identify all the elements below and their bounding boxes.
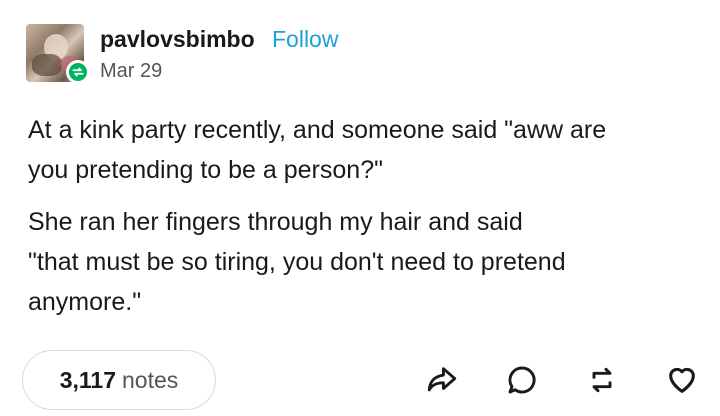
tumblr-post: pavlovsbimbo Follow Mar 29 At a kink par… bbox=[0, 0, 720, 416]
notes-count: 3,117 bbox=[59, 366, 117, 393]
post-paragraph: At a kink party recently, and someone sa… bbox=[28, 116, 607, 184]
reblog-icon[interactable] bbox=[584, 362, 620, 398]
like-icon[interactable] bbox=[664, 362, 700, 398]
follow-button[interactable]: Follow bbox=[272, 26, 338, 53]
notes-button[interactable]: 3,117 notes bbox=[22, 350, 216, 410]
post-actions bbox=[424, 362, 700, 398]
notes-label: notes bbox=[122, 366, 179, 393]
post-header: pavlovsbimbo Follow Mar 29 bbox=[26, 20, 666, 84]
username[interactable]: pavlovsbimbo bbox=[100, 26, 255, 53]
reply-icon[interactable] bbox=[504, 362, 540, 398]
reblog-badge-icon bbox=[66, 60, 90, 84]
post-body: At a kink party recently, and someone sa… bbox=[28, 110, 708, 322]
post-date[interactable]: Mar 29 bbox=[100, 60, 162, 83]
share-icon[interactable] bbox=[424, 362, 460, 398]
post-paragraph: She ran her fingers through my hair and … bbox=[28, 208, 566, 316]
